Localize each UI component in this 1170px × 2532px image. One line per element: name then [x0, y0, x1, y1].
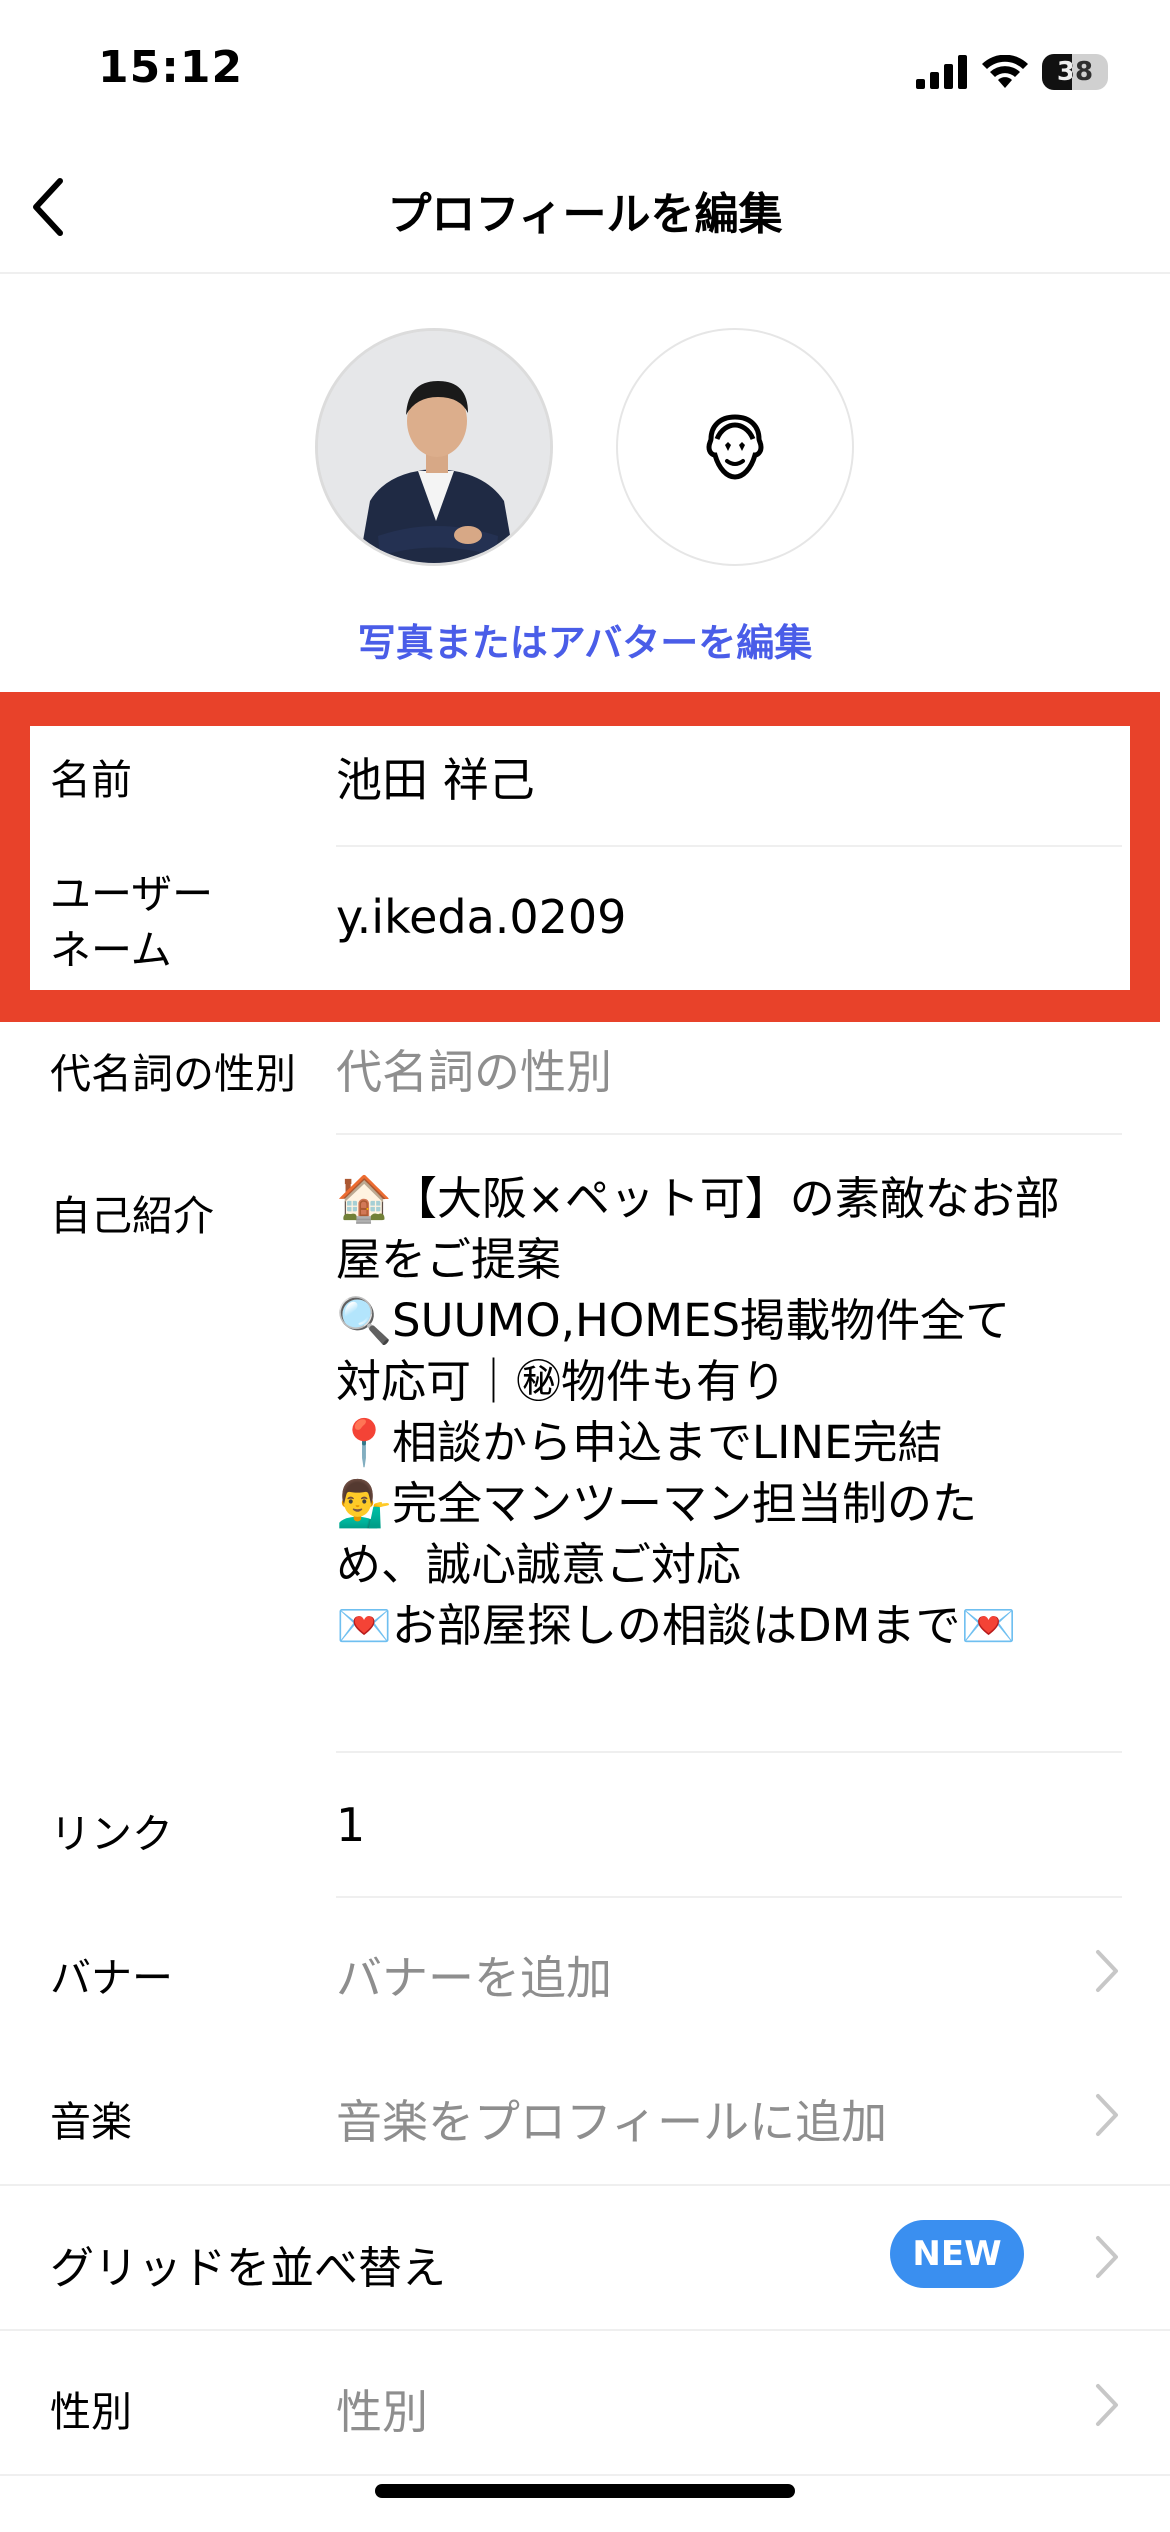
bio-line: 💌お部屋探しの相談はDMまで💌	[336, 1599, 1017, 1652]
username-label: ユーザー ネーム	[50, 866, 213, 978]
links-divider	[336, 1896, 1122, 1898]
bio-field[interactable]: 🏠【大阪×ペット可】の素敵なお部 屋をご提案 🔍SUUMO,HOMES掲載物件全…	[336, 1168, 1126, 1656]
pronouns-divider	[336, 1133, 1122, 1135]
username-label-line1: ユーザー	[50, 870, 214, 918]
name-field[interactable]: 池田 祥己	[336, 744, 535, 810]
pronouns-field[interactable]: 代名詞の性別	[336, 1036, 612, 1102]
status-time: 15:12	[98, 42, 244, 93]
name-label: 名前	[50, 756, 132, 804]
banner-chevron-icon[interactable]	[1092, 1948, 1122, 1994]
avatar-face-icon	[706, 414, 764, 480]
grid-chevron-icon[interactable]	[1092, 2234, 1122, 2280]
bio-line: 対応可｜㊙物件も有り	[336, 1355, 787, 1408]
username-label-line2: ネーム	[50, 926, 172, 974]
links-label: リンク	[50, 1810, 173, 1858]
page-title: プロフィールを編集	[387, 189, 783, 240]
bio-line: 🔍SUUMO,HOMES掲載物件全て	[336, 1294, 1011, 1347]
bio-label: 自己紹介	[50, 1192, 214, 1240]
bio-divider	[336, 1751, 1122, 1753]
bio-line: め、誠心誠意ご対応	[336, 1538, 742, 1591]
profile-photo[interactable]	[315, 328, 553, 566]
signal-icon	[916, 55, 967, 89]
music-divider	[0, 2184, 1170, 2186]
name-divider	[336, 845, 1122, 847]
music-field[interactable]: 音楽をプロフィールに追加	[336, 2086, 887, 2152]
new-badge: NEW	[890, 2220, 1024, 2288]
gender-field[interactable]: 性別	[336, 2376, 428, 2442]
links-field[interactable]: 1	[336, 1798, 365, 1852]
music-chevron-icon[interactable]	[1092, 2092, 1122, 2138]
battery-icon: 38	[1042, 54, 1108, 90]
wifi-icon	[982, 55, 1028, 88]
header-divider	[0, 272, 1170, 274]
bio-line: 💁‍♂️完全マンツーマン担当制のた	[336, 1477, 978, 1530]
battery-level: 38	[1056, 57, 1094, 87]
grid-divider	[0, 2329, 1170, 2331]
profile-photo-image	[318, 331, 550, 563]
gender-label: 性別	[50, 2388, 132, 2436]
pronouns-label: 代名詞の性別	[50, 1050, 296, 1098]
banner-field[interactable]: バナーを追加	[336, 1942, 612, 2008]
status-icons: 38	[916, 50, 1108, 94]
grid-reorder-button[interactable]: グリッドを並べ替え	[50, 2232, 446, 2296]
music-label: 音楽	[50, 2098, 132, 2146]
bio-line: 🏠【大阪×ペット可】の素敵なお部	[336, 1172, 1060, 1225]
edit-photo-link[interactable]: 写真またはアバターを編集	[0, 612, 1170, 667]
banner-label: バナー	[50, 1954, 173, 2002]
gender-divider	[0, 2474, 1170, 2476]
home-indicator	[375, 2484, 795, 2498]
bio-line: 📍相談から申込までLINE完結	[336, 1416, 943, 1469]
avatar-alt[interactable]	[616, 328, 854, 566]
username-field[interactable]: y.ikeda.0209	[336, 890, 626, 944]
bio-line: 屋をご提案	[336, 1233, 562, 1286]
gender-chevron-icon[interactable]	[1092, 2382, 1122, 2428]
